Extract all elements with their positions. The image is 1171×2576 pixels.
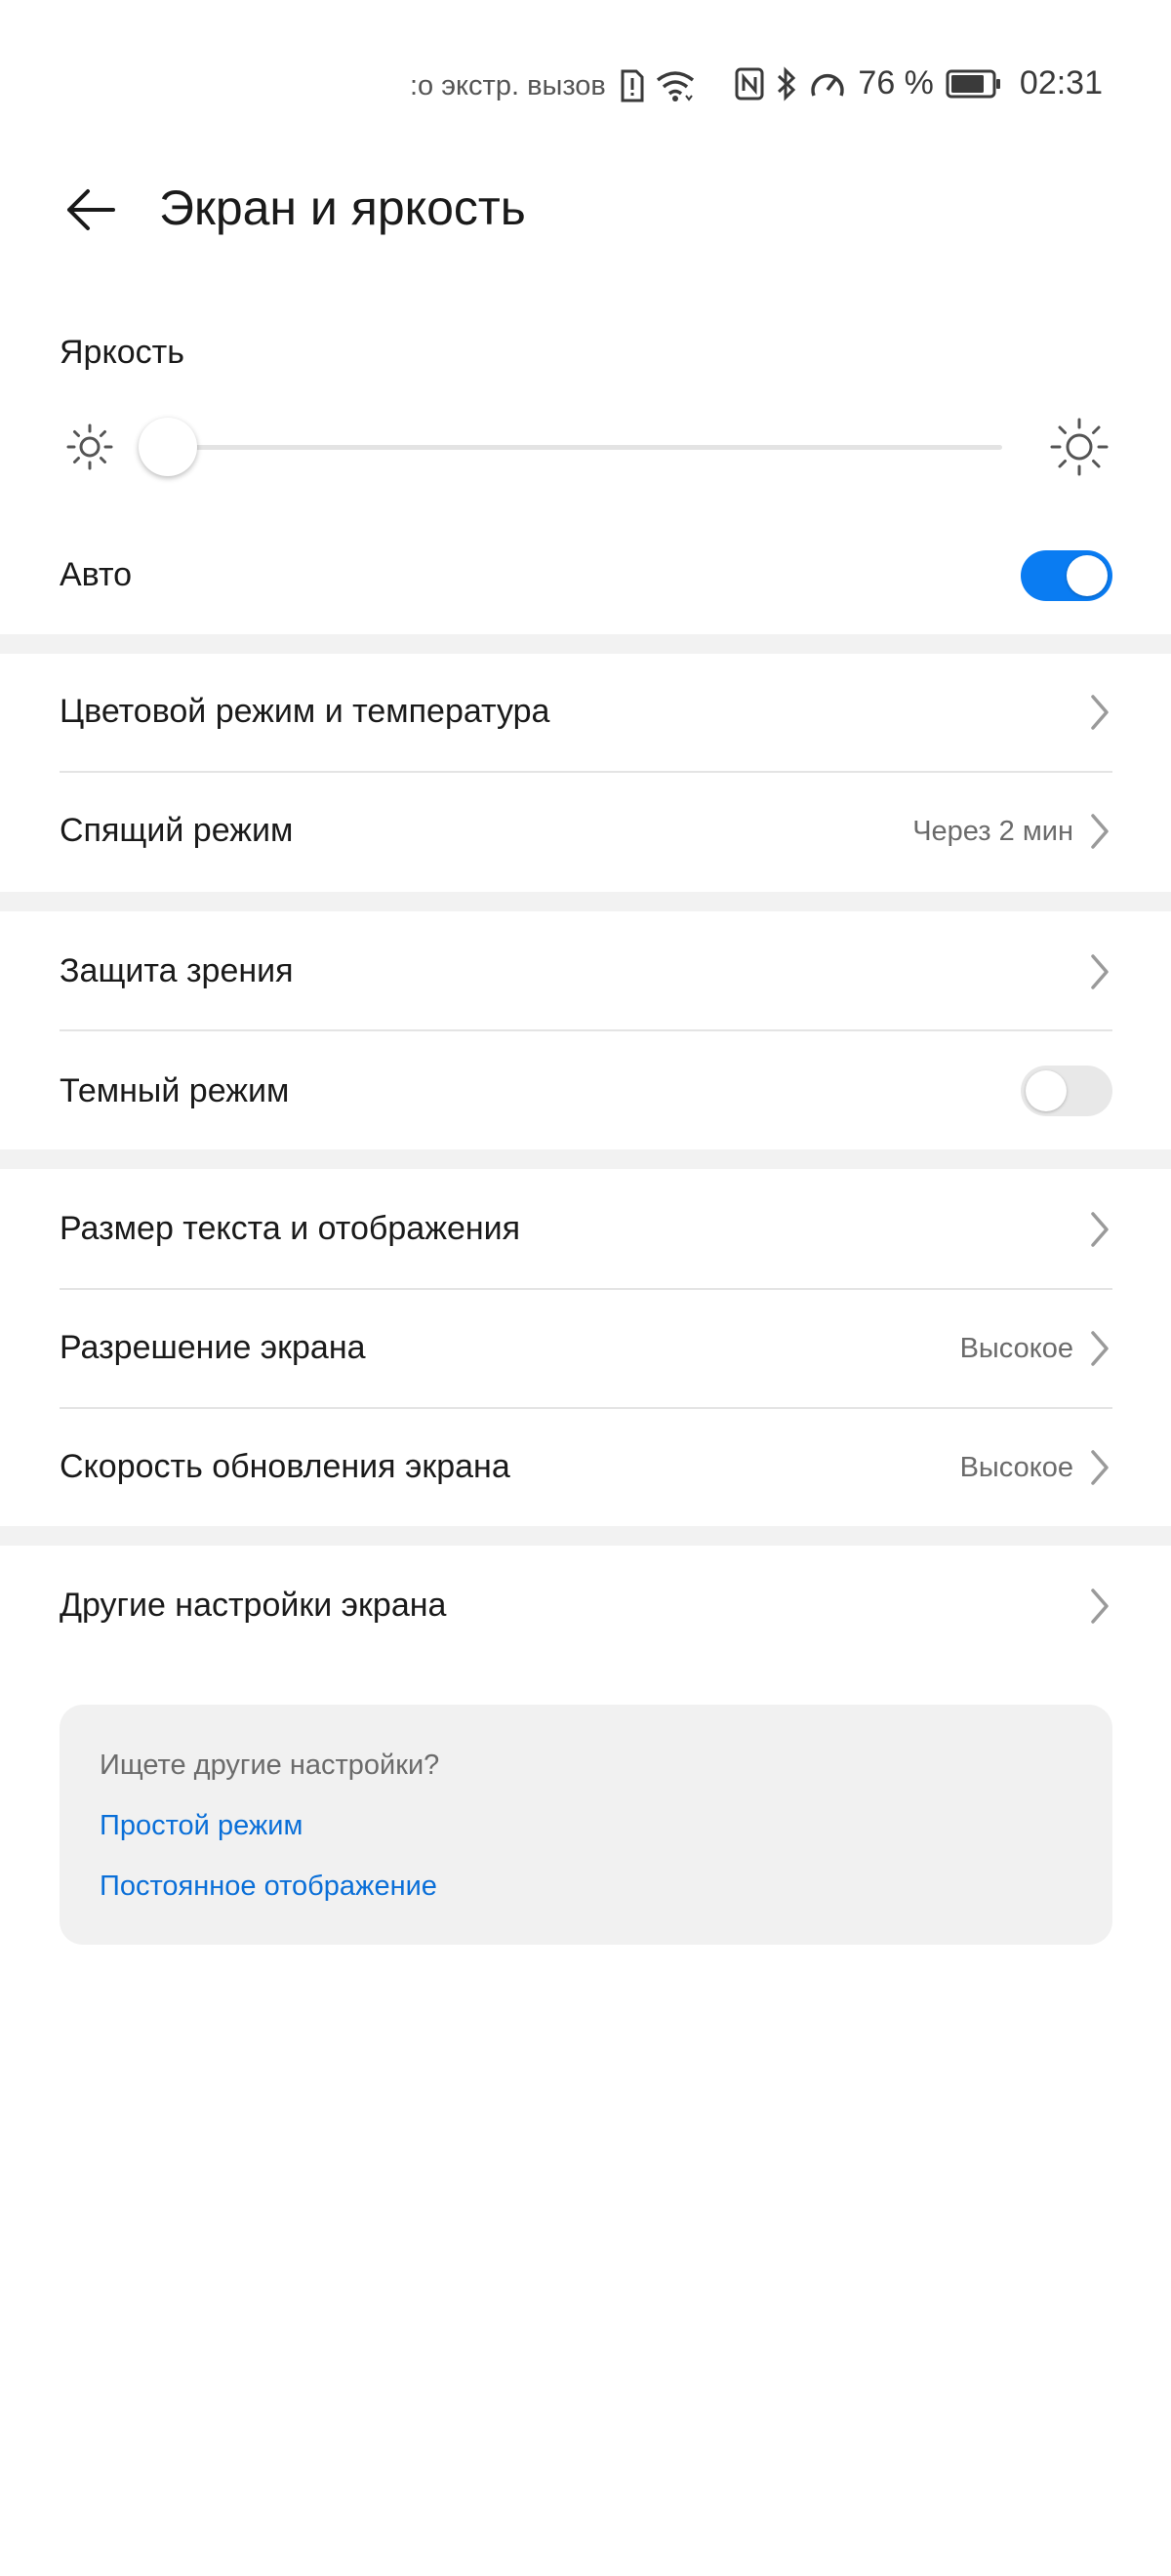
auto-brightness-label: Авто	[60, 556, 133, 593]
display-brightness-screen: :о экстр. вызов 76 % 02:31 Экран и яркос…	[0, 0, 1171, 2576]
more-display-settings-row[interactable]: Другие настройки экрана	[0, 1546, 1171, 1665]
bluetooth-icon	[776, 65, 797, 101]
resolution-value: Высокое	[959, 1333, 1073, 1364]
chevron-right-icon	[1085, 1208, 1114, 1251]
suggestions-question: Ищете другие настройки?	[100, 1750, 440, 1781]
battery-percent: 76 %	[858, 64, 934, 101]
color-mode-row[interactable]: Цветовой режим и температура	[0, 654, 1171, 771]
resolution-row[interactable]: Разрешение экрана Высокое	[0, 1290, 1171, 1407]
text-size-row[interactable]: Размер текста и отображения	[0, 1169, 1171, 1288]
resolution-label: Разрешение экрана	[60, 1329, 366, 1366]
status-bar-left: :о экстр. вызов	[410, 68, 696, 103]
sim-alert-icon	[620, 68, 645, 103]
emergency-calls-text: :о экстр. вызов	[410, 69, 606, 101]
suggestions-card: Ищете другие настройки? Простой режим По…	[60, 1705, 1112, 1945]
section-gap	[0, 892, 1171, 911]
refresh-rate-row[interactable]: Скорость обновления экрана Высокое	[0, 1409, 1171, 1526]
toggle-knob	[1067, 555, 1108, 596]
sleep-row[interactable]: Спящий режим Через 2 мин	[0, 773, 1171, 892]
app-header: Экран и яркость	[0, 166, 1171, 254]
section-gap	[0, 634, 1171, 654]
more-display-settings-label: Другие настройки экрана	[60, 1587, 447, 1624]
brightness-label: Яркость	[60, 334, 184, 371]
auto-brightness-toggle[interactable]	[1021, 550, 1112, 601]
arrow-left-icon	[67, 189, 115, 230]
back-button[interactable]	[57, 176, 125, 244]
simple-mode-link[interactable]: Простой режим	[100, 1810, 303, 1842]
chevron-right-icon	[1085, 691, 1114, 734]
toggle-knob	[1026, 1070, 1067, 1111]
always-on-display-link[interactable]: Постоянное отображение	[100, 1871, 437, 1903]
wifi-icon	[655, 68, 696, 103]
chevron-right-icon	[1085, 1327, 1114, 1370]
section-gap	[0, 1149, 1171, 1169]
sleep-value: Через 2 мин	[912, 816, 1073, 847]
dark-mode-row[interactable]: Темный режим	[0, 1031, 1171, 1149]
color-mode-label: Цветовой режим и температура	[60, 693, 550, 730]
sleep-label: Спящий режим	[60, 812, 294, 849]
page-title: Экран и яркость	[159, 181, 526, 235]
battery-icon	[946, 68, 1002, 100]
dark-mode-label: Темный режим	[60, 1072, 290, 1109]
chevron-right-icon	[1085, 810, 1114, 853]
refresh-rate-label: Скорость обновления экрана	[60, 1448, 510, 1485]
brightness-slider-track[interactable]	[168, 445, 1002, 450]
status-bar-right: 76 % 02:31	[735, 64, 1103, 102]
chevron-right-icon	[1085, 1446, 1114, 1489]
eye-comfort-row[interactable]: Защита зрения	[0, 911, 1171, 1030]
text-size-label: Размер текста и отображения	[60, 1210, 521, 1247]
dark-mode-toggle[interactable]	[1021, 1066, 1112, 1116]
nfc-icon	[735, 67, 764, 101]
brightness-high-icon	[1050, 418, 1109, 476]
brightness-slider-row	[0, 410, 1171, 484]
clock-time: 02:31	[1019, 64, 1103, 101]
brightness-low-icon	[66, 423, 113, 470]
speedometer-icon	[809, 66, 846, 101]
brightness-slider-thumb[interactable]	[139, 418, 197, 476]
section-gap	[0, 1526, 1171, 1546]
refresh-rate-value: Высокое	[959, 1452, 1073, 1483]
chevron-right-icon	[1085, 1585, 1114, 1628]
eye-comfort-label: Защита зрения	[60, 952, 294, 989]
chevron-right-icon	[1085, 950, 1114, 993]
auto-brightness-row[interactable]: Авто	[0, 527, 1171, 624]
status-bar: :о экстр. вызов 76 % 02:31	[0, 57, 1171, 115]
